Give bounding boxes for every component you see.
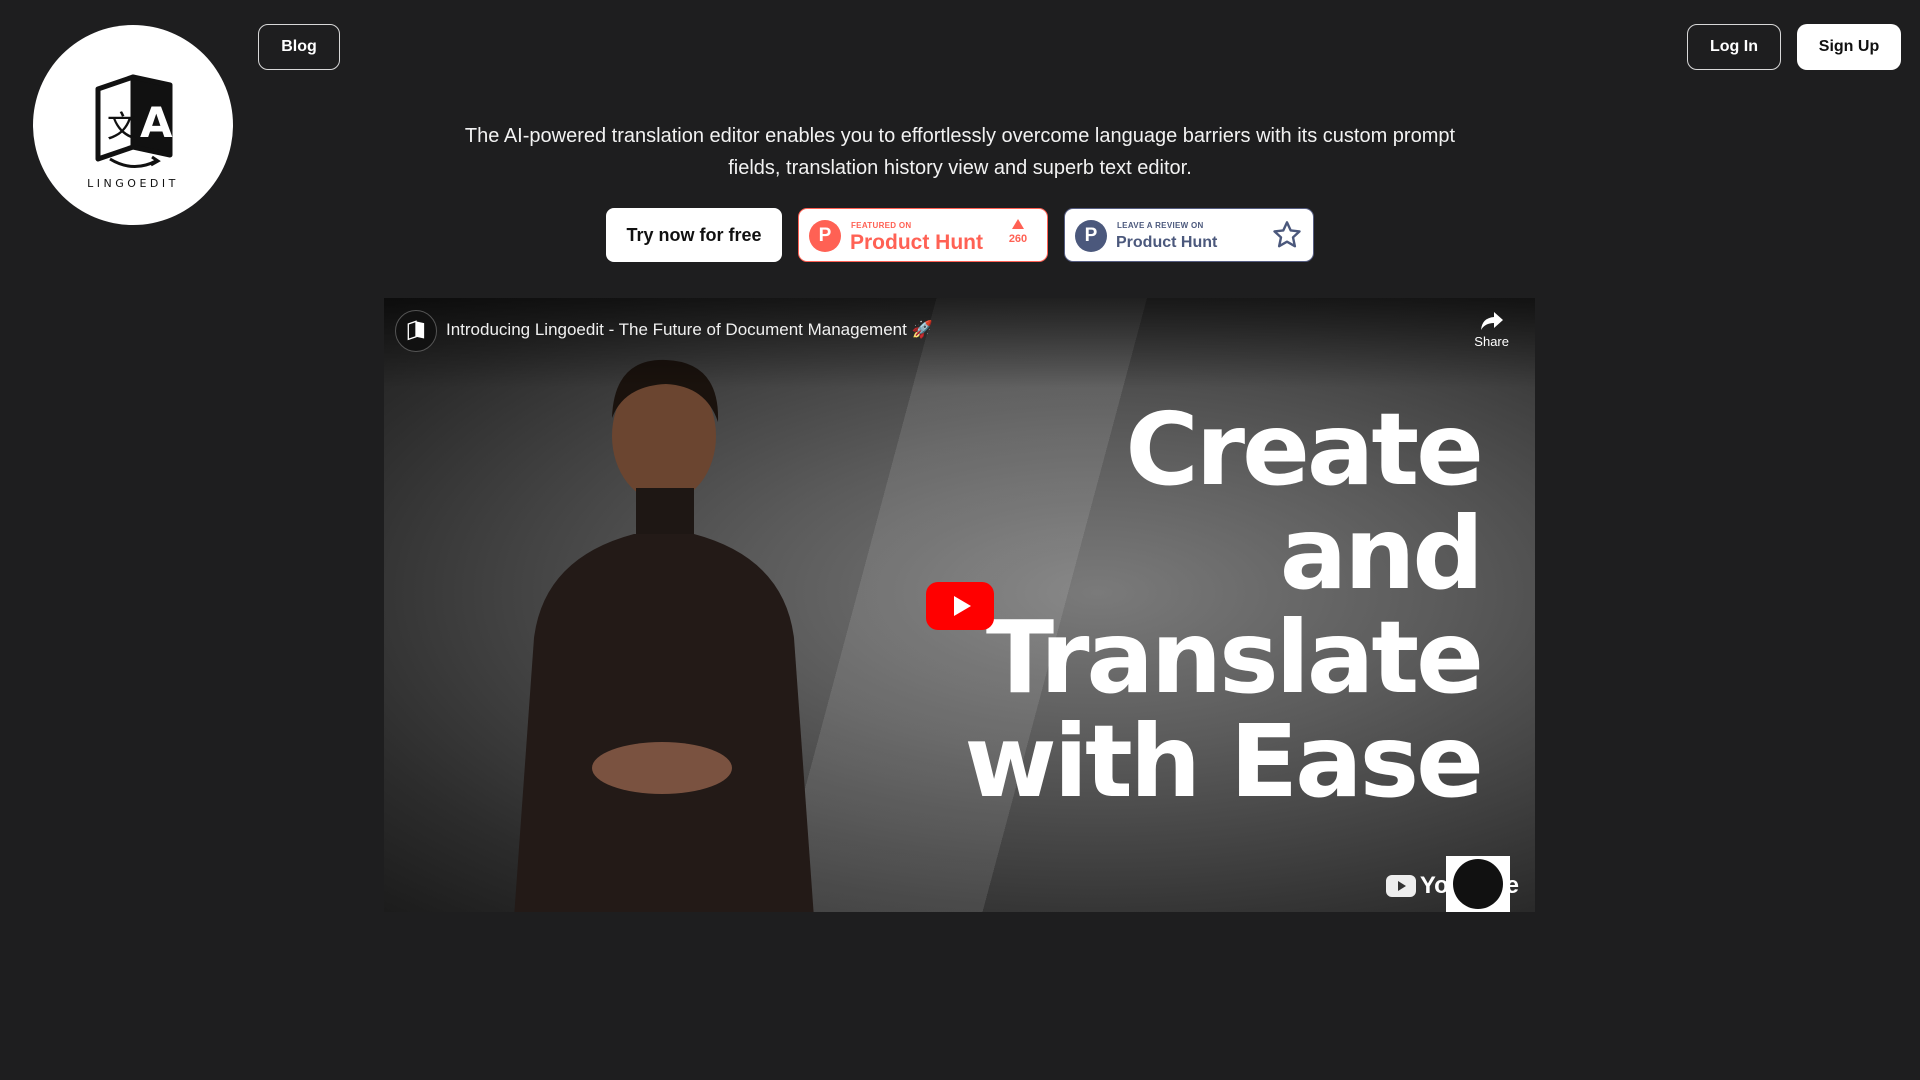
headline-line: Translate (985, 599, 1484, 716)
star-icon (1273, 221, 1301, 248)
share-arrow-icon (1480, 312, 1503, 330)
svg-text:A: A (140, 98, 173, 147)
play-button[interactable] (926, 582, 994, 630)
share-label: Share (1474, 334, 1509, 349)
try-free-button[interactable]: Try now for free (606, 208, 782, 262)
translate-book-icon: 文 A (95, 74, 173, 168)
product-hunt-name: Product Hunt (850, 231, 983, 254)
product-hunt-icon: P (809, 220, 841, 252)
product-hunt-name: Product Hunt (1116, 234, 1218, 251)
channel-watermark[interactable] (1446, 856, 1510, 912)
share-button[interactable]: Share (1474, 310, 1509, 349)
youtube-play-icon (1385, 875, 1416, 897)
login-button[interactable]: Log In (1687, 24, 1781, 70)
svg-text:文: 文 (107, 110, 137, 145)
leave-review-label: LEAVE A REVIEW ON (1117, 221, 1204, 230)
brand-logo[interactable]: 文 A LINGOEDIT (33, 25, 233, 225)
video-player[interactable]: Introducing Lingoedit - The Future of Do… (384, 298, 1535, 912)
product-hunt-icon: P (1075, 220, 1107, 252)
video-header-overlay (384, 298, 1535, 388)
thumbnail-headline: Create and Translate with Ease (964, 391, 1484, 820)
signup-button[interactable]: Sign Up (1797, 24, 1901, 70)
vote-count-text: 260 (1008, 233, 1028, 245)
product-hunt-review-badge[interactable]: P LEAVE A REVIEW ON Product Hunt (1064, 208, 1314, 262)
blog-button[interactable]: Blog (258, 24, 340, 70)
upvote-count: 260 (1005, 219, 1031, 245)
brand-name: LINGOEDIT (87, 176, 179, 190)
video-title[interactable]: Introducing Lingoedit - The Future of Do… (446, 320, 933, 340)
play-icon (953, 596, 971, 616)
headline-line: Create (1125, 391, 1484, 508)
headline-line: with Ease (964, 703, 1484, 820)
headline-line: and (1279, 495, 1484, 612)
hero-tagline: The AI-powered translation editor enable… (464, 125, 1456, 179)
translate-book-icon (407, 320, 425, 341)
featured-on-label: FEATURED ON (851, 221, 912, 230)
presenter-figure (514, 359, 814, 912)
upvote-icon (1012, 219, 1024, 229)
product-hunt-featured-badge[interactable]: P FEATURED ON Product Hunt 260 (798, 208, 1048, 262)
channel-avatar[interactable] (395, 310, 437, 352)
